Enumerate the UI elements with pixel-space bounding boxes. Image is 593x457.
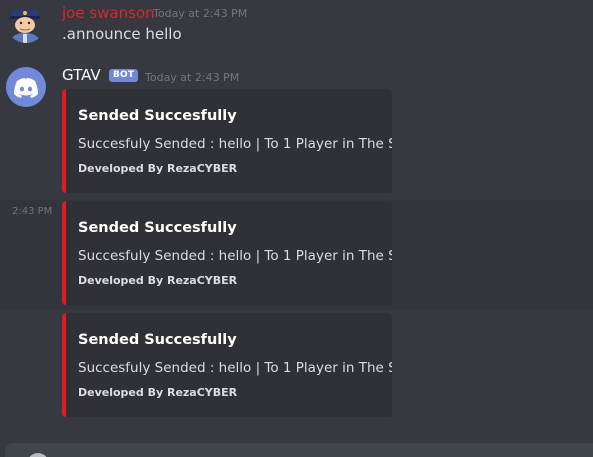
embed-card: Sended Succesfully Succesfuly Sended : h…: [62, 89, 392, 193]
upload-plus-icon[interactable]: [27, 453, 49, 457]
user-avatar-icon[interactable]: [6, 3, 46, 43]
compact-message-timestamp: 2:43 PM: [12, 206, 53, 217]
chat-messages: joe swanson Today at 2:43 PM .announce h…: [0, 0, 593, 457]
user-message-timestamp: Today at 2:43 PM: [153, 7, 248, 20]
bot-message-timestamp: Today at 2:43 PM: [145, 71, 240, 84]
user-name[interactable]: joe swanson: [62, 4, 155, 22]
embed-description: Succesfuly Sended : hello | To 1 Player …: [78, 136, 392, 152]
embed-footer: Developed By RezaCYBER: [78, 162, 238, 175]
embed-card: Sended Succesfully Succesfuly Sended : h…: [62, 201, 392, 305]
embed-description: Succesfuly Sended : hello | To 1 Player …: [78, 248, 392, 264]
bot-name[interactable]: GTAV: [62, 66, 101, 84]
embed-card: Sended Succesfully Succesfuly Sended : h…: [62, 313, 392, 417]
embed-title: Sended Succesfully: [78, 108, 237, 124]
embed-footer: Developed By RezaCYBER: [78, 386, 238, 399]
embed-title: Sended Succesfully: [78, 332, 237, 348]
message-input[interactable]: [5, 443, 593, 457]
bot-avatar-icon[interactable]: [6, 67, 46, 107]
embed-title: Sended Succesfully: [78, 220, 237, 236]
embed-description: Succesfuly Sended : hello | To 1 Player …: [78, 360, 392, 376]
user-message-text: .announce hello: [62, 25, 182, 43]
bot-tag-badge: BOT: [109, 69, 139, 82]
embed-footer: Developed By RezaCYBER: [78, 274, 238, 287]
message-group-user: joe swanson Today at 2:43 PM .announce h…: [0, 0, 593, 55]
